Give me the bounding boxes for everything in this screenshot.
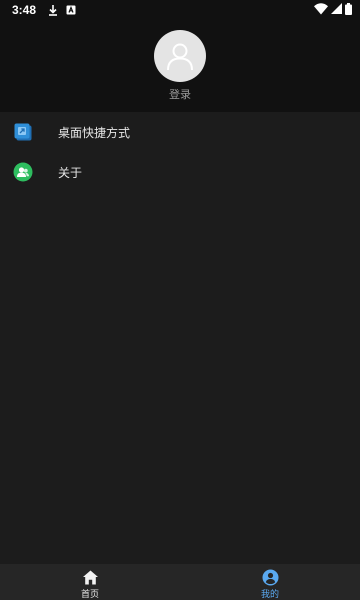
login-link[interactable]: 登录: [0, 86, 360, 102]
menu-item-about[interactable]: 关于: [0, 152, 360, 192]
status-time: 3:48: [12, 3, 37, 17]
wifi-icon: [314, 3, 328, 15]
bottom-navigation: 首页 我的: [0, 564, 360, 600]
home-icon: [82, 570, 98, 585]
download-icon: [49, 4, 58, 16]
app-screen: 3:48 登录 桌面快捷方式 关于 首页 我的: [0, 0, 360, 600]
person-icon: [167, 43, 193, 71]
tab-home[interactable]: 首页: [0, 564, 180, 600]
status-bar: 3:48: [0, 0, 360, 20]
tab-home-label: 首页: [80, 590, 99, 600]
status-left-icons: [48, 4, 76, 16]
settings-menu: 桌面快捷方式 关于: [0, 112, 360, 192]
profile-header: 登录: [0, 20, 360, 112]
tab-mine-label: 我的: [260, 590, 279, 600]
battery-icon: [345, 3, 352, 15]
status-right-icons: [314, 3, 352, 15]
avatar[interactable]: [154, 30, 206, 82]
profile-icon: [262, 569, 278, 586]
menu-item-desktop-shortcut[interactable]: 桌面快捷方式: [0, 112, 360, 152]
app-notification-icon: [66, 5, 76, 15]
tab-mine[interactable]: 我的: [180, 564, 360, 600]
signal-icon: [331, 3, 342, 14]
about-icon: [13, 162, 33, 182]
shortcut-icon: [14, 123, 32, 141]
menu-label-desktop-shortcut: 桌面快捷方式: [58, 125, 131, 140]
menu-label-about: 关于: [58, 165, 83, 180]
